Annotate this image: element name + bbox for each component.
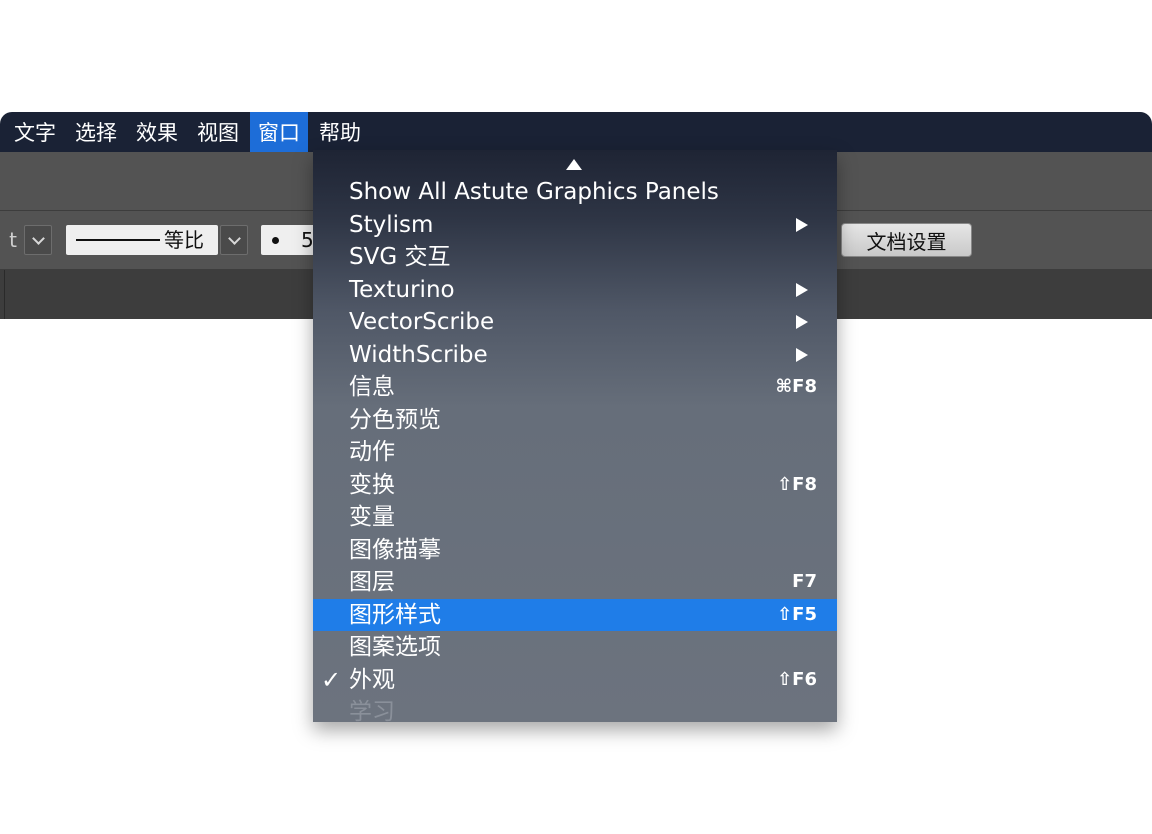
menu-item-label: Stylism <box>349 212 434 238</box>
menu-0[interactable]: 文字 <box>6 112 64 152</box>
keyboard-shortcut: ⌘F8 <box>775 376 817 397</box>
variable-width-profile-select[interactable]: 等比 <box>66 225 218 255</box>
menu-item[interactable]: VectorScribe <box>313 306 837 338</box>
keyboard-shortcut: F7 <box>792 571 817 592</box>
menu-item[interactable]: Show All Astute Graphics Panels <box>313 176 837 208</box>
menu-item-label: WidthScribe <box>349 342 488 368</box>
menu-3[interactable]: 视图 <box>189 112 247 152</box>
menu-item[interactable]: 图像描摹 <box>313 534 837 566</box>
submenu-arrow-icon <box>796 315 808 329</box>
menu-item[interactable]: ✓ 外观 ⇧F6 <box>313 664 837 696</box>
menu-item-label: SVG 交互 <box>349 244 451 270</box>
menu-item[interactable]: WidthScribe <box>313 339 837 371</box>
menu-1[interactable]: 选择 <box>67 112 125 152</box>
menu-item-label: 图层 <box>349 569 395 595</box>
keyboard-shortcut: ⇧F5 <box>777 604 817 625</box>
menu-item-label: 变量 <box>349 504 395 530</box>
menu-item[interactable]: 图案选项 <box>313 631 837 663</box>
menu-item[interactable]: Texturino <box>313 274 837 306</box>
menu-item[interactable]: 变换 ⇧F8 <box>313 469 837 501</box>
menu-item-highlighted[interactable]: 图形样式 ⇧F5 <box>313 599 837 631</box>
menu-item-label: 图形样式 <box>349 602 441 628</box>
menu-item[interactable]: 图层 F7 <box>313 566 837 598</box>
menu-item-label: Show All Astute Graphics Panels <box>349 179 719 205</box>
menu-2[interactable]: 效果 <box>128 112 186 152</box>
menu-item-label: 动作 <box>349 439 395 465</box>
menu-item[interactable]: 动作 <box>313 436 837 468</box>
chevron-down-icon <box>227 231 241 245</box>
brush-size-label: 5 <box>301 228 314 252</box>
stroke-profile-dropdown-button[interactable] <box>220 225 248 255</box>
menu-item-label: 学习 <box>349 699 395 725</box>
menu-item-label: 分色预览 <box>349 407 441 433</box>
menu-4-active[interactable]: 窗口 <box>250 112 308 152</box>
menu-item-label: 外观 <box>349 667 395 693</box>
brush-dot-icon <box>272 237 279 244</box>
menu-bar: 文字 选择 效果 视图 窗口 帮助 <box>0 112 1152 152</box>
stroke-profile-preview <box>76 239 160 241</box>
menu-item-label: 图像描摹 <box>349 537 441 563</box>
menu-item[interactable]: Stylism <box>313 209 837 241</box>
submenu-arrow-icon <box>796 348 808 362</box>
menu-item-label: 图案选项 <box>349 634 441 660</box>
menu-item-label: 信息 <box>349 374 395 400</box>
cut-off-dropdown-value: t <box>9 228 17 252</box>
keyboard-shortcut: ⇧F8 <box>777 474 817 495</box>
menu-item[interactable]: 分色预览 <box>313 404 837 436</box>
brush-definition-select[interactable]: 5 <box>261 225 321 255</box>
scroll-up-arrow-icon[interactable] <box>566 159 582 170</box>
menu-item[interactable]: 变量 <box>313 501 837 533</box>
document-setup-button[interactable]: 文档设置 <box>841 223 972 257</box>
submenu-arrow-icon <box>796 218 808 232</box>
stroke-profile-label: 等比 <box>164 228 204 252</box>
menu-5[interactable]: 帮助 <box>311 112 369 152</box>
menu-item[interactable]: SVG 交互 <box>313 241 837 273</box>
menu-item-label: Texturino <box>349 277 455 303</box>
chevron-down-icon <box>31 231 45 245</box>
keyboard-shortcut: ⇧F6 <box>777 669 817 690</box>
menu-item[interactable]: 信息 ⌘F8 <box>313 371 837 403</box>
menu-item-label: VectorScribe <box>349 309 495 335</box>
checkmark-icon: ✓ <box>321 666 342 694</box>
menu-item[interactable]: 学习 <box>313 696 837 728</box>
dropdown-button[interactable] <box>24 225 52 255</box>
window-menu-dropdown: Show All Astute Graphics Panels Stylism SV… <box>313 150 837 725</box>
tab-divider <box>0 270 5 319</box>
menu-item-label: 变换 <box>349 472 395 498</box>
submenu-arrow-icon <box>796 283 808 297</box>
